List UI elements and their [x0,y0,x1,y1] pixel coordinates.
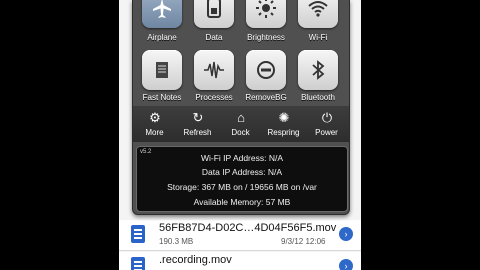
respring-icon: ✺ [278,110,290,125]
disclosure-arrow-icon[interactable]: › [339,259,353,270]
refresh-label: Refresh [183,128,212,137]
wifi-ip-text: Wi-Fi IP Address: N/A [200,153,284,163]
more-label: More [145,128,164,137]
processes-button[interactable] [194,50,234,90]
bluetooth-toggle[interactable] [298,50,338,90]
file-name: .recording.mov [159,254,232,266]
airplane-icon [153,0,171,18]
fast-notes-button[interactable] [142,50,182,90]
refresh-button[interactable]: ↻ Refresh [176,106,219,142]
bluetooth-label: Bluetooth [301,93,335,102]
wifi-icon [308,1,328,17]
refresh-icon: ↻ [192,110,204,125]
power-icon: ⏻ [321,110,333,125]
minus-circle-icon [257,61,275,79]
respring-label: Respring [267,128,300,137]
respring-button[interactable]: ✺ Respring [262,106,305,142]
document-icon [131,257,145,270]
document-icon [131,225,145,243]
data-toggle[interactable] [194,0,234,28]
data-label: Data [205,33,223,42]
fast-notes-label: Fast Notes [142,93,182,102]
power-label: Power [315,128,338,137]
disclosure-arrow-icon[interactable]: › [339,227,353,241]
brightness-label: Brightness [247,33,285,42]
file-name: 56FB87D4-D02C…4D04F56F5.mov [159,222,337,234]
dock-label: Dock [231,128,250,137]
removebg-button[interactable] [246,50,286,90]
notes-icon [156,62,168,78]
dock-icon: ⌂ [237,110,245,125]
dock-button[interactable]: ⌂ Dock [219,106,262,142]
control-panel: Airplane Data Brightness Wi-Fi Fast Note… [132,0,350,215]
power-button[interactable]: ⏻ Power [305,106,348,142]
file-row[interactable]: 56FB87D4-D02C…4D04F56F5.mov 190.3 MB 9/3… [119,220,361,251]
removebg-label: RemoveBG [245,93,287,102]
action-bar: ⚙ More ↻ Refresh ⌂ Dock ✺ Respring ⏻ Pow… [133,106,349,142]
data-ip-text: Data IP Address: N/A [201,167,283,177]
gear-icon: ⚙ [149,110,161,125]
file-row[interactable]: .recording.mov › [119,252,361,270]
memory-text: Available Memory: 57 MB [193,197,291,207]
sun-icon [256,0,276,18]
wifi-toggle[interactable] [298,0,338,28]
file-size: 190.3 MB [159,237,194,246]
wifi-label: Wi-Fi [308,33,328,42]
bluetooth-icon [312,60,325,80]
sim-card-icon [207,0,221,18]
storage-text: Storage: 367 MB on / 19656 MB on /var [167,182,317,192]
airplane-label: Airplane [147,33,177,42]
waveform-icon [204,61,224,79]
airplane-toggle[interactable] [142,0,182,28]
more-button[interactable]: ⚙ More [133,106,176,142]
brightness-toggle[interactable] [246,0,286,28]
phone-screen: 56FB87D4-D02C…4D04F56F5.mov 190.3 MB 9/3… [119,0,361,270]
device-info-box: v5.2 Wi-Fi IP Address: N/A Data IP Addre… [136,146,348,212]
processes-label: Processes [195,93,233,102]
file-date: 9/3/12 12:06 [281,237,326,246]
